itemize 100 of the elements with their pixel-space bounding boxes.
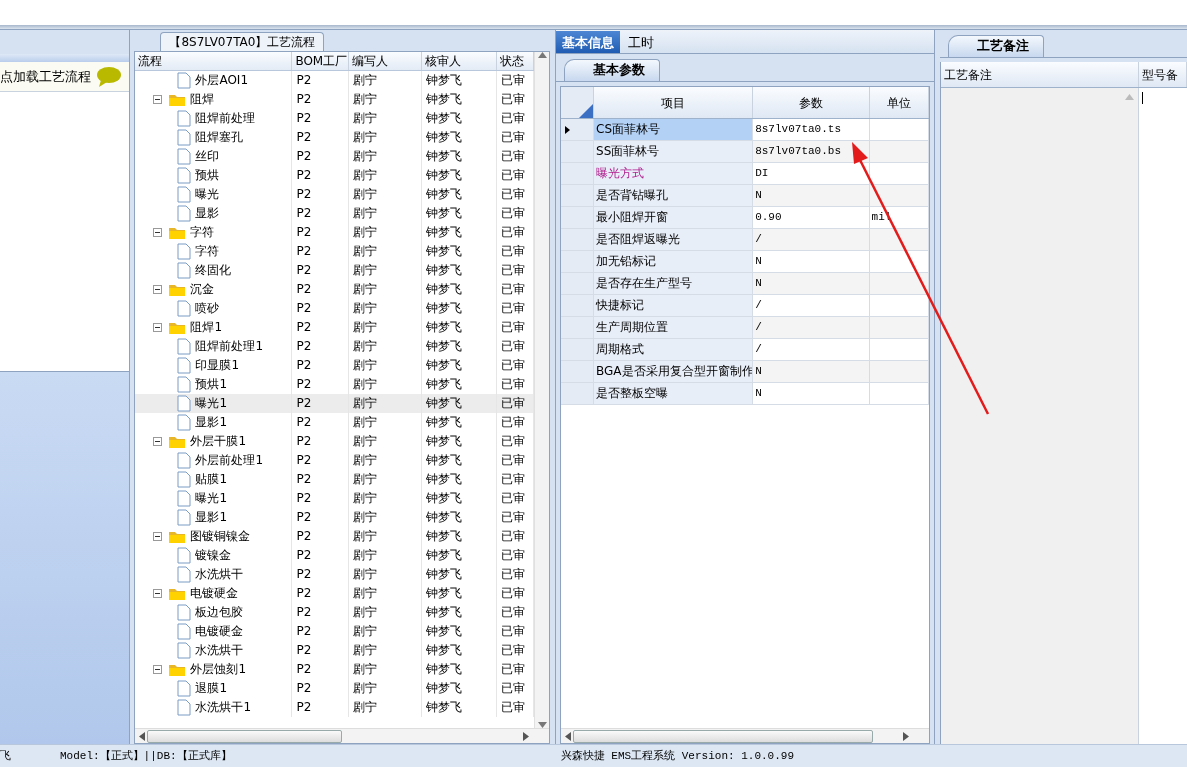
tree-row[interactable]: 预烘 P2 剧宁 钟梦飞 已审 — [135, 166, 535, 185]
tree-row[interactable]: 显影1 P2 剧宁 钟梦飞 已审 — [135, 413, 535, 432]
tree-label: 预烘 — [195, 167, 220, 184]
document-icon — [177, 547, 192, 564]
horizontal-scrollbar[interactable] — [135, 728, 550, 743]
table-cell: P2 — [292, 166, 350, 185]
column-header[interactable]: 核审人 — [422, 52, 498, 70]
column-header[interactable]: 参数 — [753, 87, 870, 118]
tree-row[interactable]: 镀镍金 P2 剧宁 钟梦飞 已审 — [135, 546, 535, 565]
table-cell: 钟梦飞 — [422, 432, 498, 451]
tree-label: 显影1 — [195, 509, 228, 526]
tree-label: 阻焊前处理 — [195, 110, 256, 127]
table-cell: 周期格式 — [594, 339, 754, 360]
tree-row[interactable]: 显影 P2 剧宁 钟梦飞 已审 — [135, 204, 535, 223]
tree-label: 外层干膜1 — [190, 433, 247, 450]
tree-row[interactable]: 曝光1 P2 剧宁 钟梦飞 已审 — [135, 394, 535, 413]
tree-row[interactable]: 喷砂 P2 剧宁 钟梦飞 已审 — [135, 299, 535, 318]
document-icon — [177, 110, 192, 127]
table-cell: 钟梦飞 — [422, 508, 498, 527]
table-cell: P2 — [292, 71, 350, 90]
folder-icon — [168, 320, 187, 335]
tree-label: 阻焊前处理1 — [195, 338, 264, 355]
table-cell: 剧宁 — [349, 546, 423, 565]
tree-row[interactable]: 图镀铜镍金 P2 剧宁 钟梦飞 已审 — [135, 527, 535, 546]
table-cell: 钟梦飞 — [422, 261, 498, 280]
document-icon — [177, 243, 192, 260]
tree-label: 外层AOI1 — [195, 72, 249, 89]
tab[interactable]: 工时 — [622, 31, 661, 53]
document-icon — [177, 414, 192, 431]
tree-row[interactable]: 沉金 P2 剧宁 钟梦飞 已审 — [135, 280, 535, 299]
table-cell: 钟梦飞 — [422, 641, 498, 660]
tree-row[interactable]: 曝光 P2 剧宁 钟梦飞 已审 — [135, 185, 535, 204]
scroll-up-icon — [537, 52, 547, 58]
tab[interactable]: 工艺备注 — [948, 35, 1044, 57]
document-icon — [177, 699, 192, 716]
tree-label: 曝光 — [195, 186, 220, 203]
table-cell: 最小阻焊开窗 — [594, 207, 754, 228]
tree-row[interactable]: 外层AOI1 P2 剧宁 钟梦飞 已审 — [135, 71, 535, 90]
column-header[interactable]: 工艺备注 — [941, 62, 1139, 87]
table-cell: P2 — [292, 185, 350, 204]
tree-row[interactable]: 外层前处理1 P2 剧宁 钟梦飞 已审 — [135, 451, 535, 470]
text-cursor — [1142, 92, 1143, 104]
tree-row[interactable]: 终固化 P2 剧宁 钟梦飞 已审 — [135, 261, 535, 280]
tree-row[interactable]: 外层蚀刻1 P2 剧宁 钟梦飞 已审 — [135, 660, 535, 679]
tree-row[interactable]: 丝印 P2 剧宁 钟梦飞 已审 — [135, 147, 535, 166]
tree-row[interactable]: 曝光1 P2 剧宁 钟梦飞 已审 — [135, 489, 535, 508]
document-icon — [177, 357, 192, 374]
table-cell: P2 — [292, 109, 350, 128]
table-cell: 加无铅标记 — [594, 251, 754, 272]
tab[interactable]: 基本参数 — [564, 59, 661, 81]
hint-text: 点加载工艺流程 — [0, 67, 91, 86]
tree-row[interactable]: 阻焊塞孔 P2 剧宁 钟梦飞 已审 — [135, 128, 535, 147]
panel-tab[interactable]: 【8S7LV07TA0】工艺流程 — [160, 32, 325, 51]
tree-row[interactable]: 板边包胶 P2 剧宁 钟梦飞 已审 — [135, 603, 535, 622]
table-cell: P2 — [292, 337, 350, 356]
table-cell: 钟梦飞 — [422, 109, 498, 128]
column-header[interactable]: 编写人 — [349, 52, 423, 70]
row-header[interactable] — [561, 119, 595, 140]
table-cell: P2 — [292, 641, 350, 660]
table-cell: 钟梦飞 — [422, 603, 498, 622]
tree-row[interactable]: 阻焊 P2 剧宁 钟梦飞 已审 — [135, 90, 535, 109]
table-cell: 是否存在生产型号 — [594, 273, 754, 294]
table-cell: 剧宁 — [349, 223, 423, 242]
tab[interactable]: 基本信息 — [556, 31, 621, 53]
tree-row[interactable]: 电镀硬金 P2 剧宁 钟梦飞 已审 — [135, 584, 535, 603]
tree-row[interactable]: 显影1 P2 剧宁 钟梦飞 已审 — [135, 508, 535, 527]
column-header[interactable]: BOM工厂 — [292, 52, 350, 70]
column-header[interactable]: 单位 — [869, 87, 930, 118]
document-icon — [177, 490, 192, 507]
tree-row[interactable]: 字符 P2 剧宁 钟梦飞 已审 — [135, 223, 535, 242]
tree-row[interactable]: 印显膜1 P2 剧宁 钟梦飞 已审 — [135, 356, 535, 375]
table-cell: P2 — [292, 508, 350, 527]
table-cell: N — [753, 273, 870, 294]
status-text: Model:【正式】||DB:【正式库】 — [60, 748, 232, 764]
tree-row[interactable]: 阻焊前处理 P2 剧宁 钟梦飞 已审 — [135, 109, 535, 128]
horizontal-scrollbar[interactable] — [561, 728, 930, 743]
tree-label: 预烘1 — [195, 376, 228, 393]
tree-row[interactable]: 阻焊前处理1 P2 剧宁 钟梦飞 已审 — [135, 337, 535, 356]
tree-row[interactable]: 外层干膜1 P2 剧宁 钟梦飞 已审 — [135, 432, 535, 451]
table-cell: P2 — [292, 546, 350, 565]
tree-row[interactable]: 退膜1 P2 剧宁 钟梦飞 已审 — [135, 679, 535, 698]
tree-label: 水洗烘干1 — [195, 699, 252, 716]
column-header[interactable]: 项目 — [594, 87, 754, 118]
tree-row[interactable]: 水洗烘干1 P2 剧宁 钟梦飞 已审 — [135, 698, 535, 717]
table-cell: P2 — [292, 394, 350, 413]
table-cell: 钟梦飞 — [422, 698, 498, 717]
column-header[interactable]: 流程 — [135, 52, 293, 70]
table-cell: 钟梦飞 — [422, 660, 498, 679]
tree-row[interactable]: 贴膜1 P2 剧宁 钟梦飞 已审 — [135, 470, 535, 489]
table-cell: 钟梦飞 — [422, 413, 498, 432]
table-cell: 剧宁 — [349, 337, 423, 356]
tree-label: 印显膜1 — [195, 357, 240, 374]
column-header[interactable]: 型号备 — [1139, 62, 1187, 87]
tree-row[interactable]: 字符 P2 剧宁 钟梦飞 已审 — [135, 242, 535, 261]
tree-row[interactable]: 水洗烘干 P2 剧宁 钟梦飞 已审 — [135, 641, 535, 660]
tree-row[interactable]: 水洗烘干 P2 剧宁 钟梦飞 已审 — [135, 565, 535, 584]
table-cell: 剧宁 — [349, 489, 423, 508]
vertical-scrollbar[interactable] — [534, 52, 550, 728]
tree-row[interactable]: 阻焊1 P2 剧宁 钟梦飞 已审 — [135, 318, 535, 337]
tree-row[interactable]: 电镀硬金 P2 剧宁 钟梦飞 已审 — [135, 622, 535, 641]
